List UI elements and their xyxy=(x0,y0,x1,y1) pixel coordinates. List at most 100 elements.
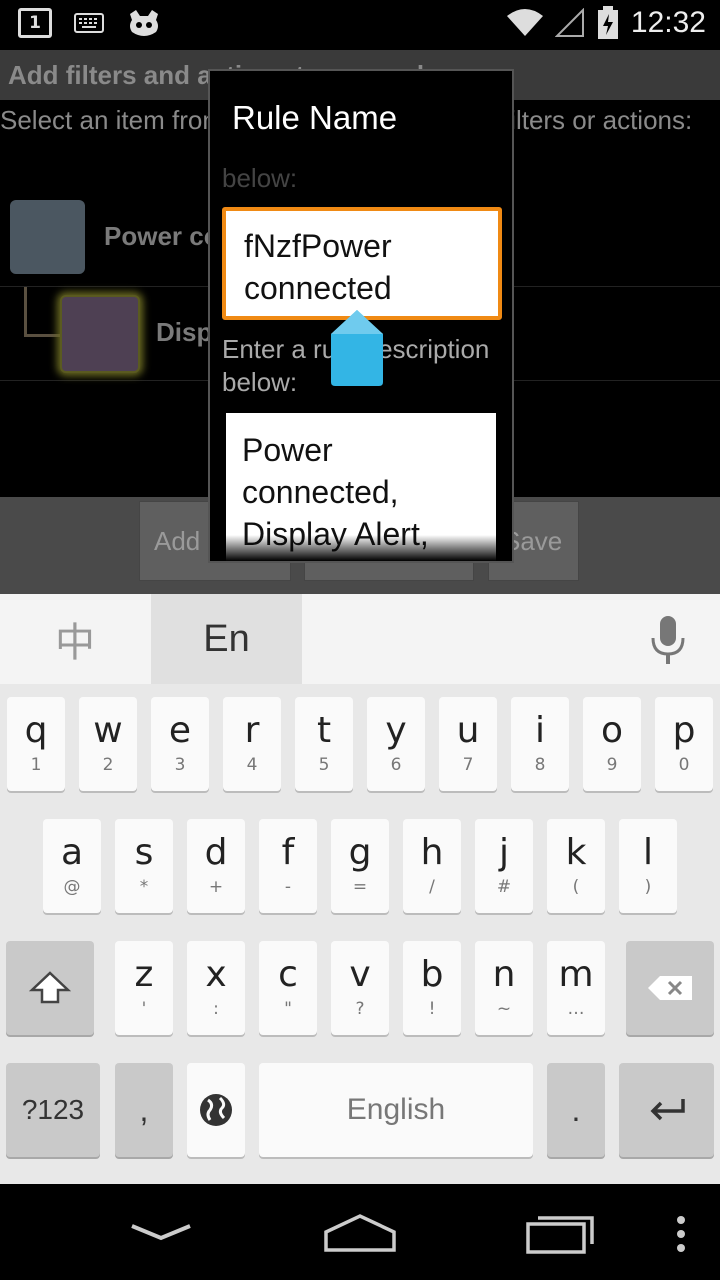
key-char: n xyxy=(492,954,516,995)
key-hint: / xyxy=(429,877,435,897)
key-char: f xyxy=(281,832,295,873)
key-char: b xyxy=(420,954,444,995)
key-g[interactable]: g = xyxy=(331,819,389,913)
key-e[interactable]: e3 xyxy=(151,697,209,791)
key-m[interactable]: m… xyxy=(547,941,605,1035)
key-hint: + xyxy=(208,877,224,897)
key-d[interactable]: d + xyxy=(187,819,245,913)
rule-name-input[interactable]: fNzfPower connected xyxy=(222,207,502,320)
key-hint: " xyxy=(284,999,292,1019)
key-r[interactable]: r4 xyxy=(223,697,281,791)
key-hint: ! xyxy=(428,999,436,1019)
key-char: x xyxy=(205,954,227,995)
period-key[interactable]: . xyxy=(547,1063,605,1157)
battery-charging-icon xyxy=(597,6,618,39)
key-char: m xyxy=(558,954,594,995)
key-c[interactable]: c " xyxy=(259,941,317,1035)
overflow-menu-icon[interactable] xyxy=(674,1214,688,1254)
key-l[interactable]: l) xyxy=(619,819,677,913)
recent-apps-icon[interactable] xyxy=(526,1214,596,1254)
key-hint: 7 xyxy=(462,755,474,775)
key-q[interactable]: q1 xyxy=(7,697,65,791)
symbols-key[interactable]: ?123 xyxy=(6,1063,100,1157)
notification-count-icon: 1 xyxy=(18,8,52,38)
dialog-title: Rule Name xyxy=(232,99,398,136)
key-hint: ) xyxy=(644,877,652,897)
key-hint: 6 xyxy=(390,755,402,775)
language-switch-key[interactable] xyxy=(187,1063,245,1157)
key-hint: @ xyxy=(63,877,81,897)
language-english-button[interactable]: En xyxy=(151,594,302,684)
key-hint: 1 xyxy=(30,755,42,775)
key-w[interactable]: w2 xyxy=(79,697,137,791)
comma-key[interactable]: , xyxy=(115,1063,173,1157)
navigation-bar xyxy=(0,1184,720,1280)
key-char: r xyxy=(244,710,260,751)
key-char: u xyxy=(456,710,480,751)
key-hint: 2 xyxy=(102,755,114,775)
key-char: l xyxy=(642,832,653,873)
back-icon[interactable] xyxy=(130,1222,192,1242)
key-y[interactable]: y6 xyxy=(367,697,425,791)
wifi-icon xyxy=(506,9,543,36)
key-h[interactable]: h / xyxy=(403,819,461,913)
backspace-icon xyxy=(648,976,692,1000)
signal-icon xyxy=(554,8,584,37)
dialog-prompt-text: below: xyxy=(222,163,298,193)
key-hint: 5 xyxy=(318,755,330,775)
shift-icon xyxy=(28,971,72,1004)
key-x[interactable]: x: xyxy=(187,941,245,1035)
shift-key[interactable] xyxy=(6,941,94,1035)
backspace-key[interactable] xyxy=(626,941,714,1035)
key-a[interactable]: a @ xyxy=(43,819,101,913)
key-char: j xyxy=(498,832,509,873)
key-hint: 4 xyxy=(246,755,258,775)
home-icon[interactable] xyxy=(322,1212,398,1254)
key-hint: - xyxy=(284,877,292,897)
microphone-icon[interactable] xyxy=(650,616,686,664)
key-hint: ~ xyxy=(496,999,512,1019)
key-char: v xyxy=(349,954,371,995)
key-char: d xyxy=(204,832,228,873)
key-j[interactable]: j # xyxy=(475,819,533,913)
key-char: t xyxy=(316,710,332,751)
key-p[interactable]: p0 xyxy=(655,697,713,791)
clock: 12:32 xyxy=(630,6,706,39)
key-i[interactable]: i8 xyxy=(511,697,569,791)
key-char: c xyxy=(278,954,298,995)
key-char: z xyxy=(134,954,154,995)
key-hint: 9 xyxy=(606,755,618,775)
key-char: o xyxy=(600,710,624,751)
key-hint: ? xyxy=(355,999,365,1019)
key-b[interactable]: b! xyxy=(403,941,461,1035)
key-n[interactable]: n ~ xyxy=(475,941,533,1035)
enter-icon xyxy=(650,1099,685,1121)
key-s[interactable]: s * xyxy=(115,819,173,913)
key-z[interactable]: z ' xyxy=(115,941,173,1035)
key-hint: 3 xyxy=(174,755,186,775)
keyboard-language-bar: 中 En xyxy=(0,594,720,684)
filter-icon xyxy=(10,200,85,274)
scroll-fade xyxy=(210,535,512,561)
key-hint: 0 xyxy=(678,755,690,775)
soft-keyboard: 中 En q 1 w 2 e 3 r 4 t 5 y 6 u 7 i 8 o 9 p 0 a @ s * d + f - g = h / j # k… xyxy=(0,594,720,1184)
enter-key[interactable] xyxy=(619,1063,714,1157)
key-t[interactable]: t5 xyxy=(295,697,353,791)
chinese-label: 中 xyxy=(55,620,95,666)
key-hint: 8 xyxy=(534,755,546,775)
text-cursor-handle-icon[interactable] xyxy=(331,310,383,386)
status-bar: 1 12:32 xyxy=(0,0,720,50)
key-hint: # xyxy=(496,877,512,897)
key-char: y xyxy=(385,710,407,751)
key-hint: * xyxy=(139,877,149,897)
key-o[interactable]: o9 xyxy=(583,697,641,791)
key-k[interactable]: k( xyxy=(547,819,605,913)
space-bar[interactable]: English xyxy=(259,1063,533,1157)
language-chinese-button[interactable]: 中 xyxy=(0,594,150,684)
key-v[interactable]: v? xyxy=(331,941,389,1035)
key-u[interactable]: u7 xyxy=(439,697,497,791)
key-char: h xyxy=(420,832,444,873)
key-f[interactable]: f- xyxy=(259,819,317,913)
globe-icon xyxy=(200,1094,232,1126)
key-char: p xyxy=(672,710,696,751)
